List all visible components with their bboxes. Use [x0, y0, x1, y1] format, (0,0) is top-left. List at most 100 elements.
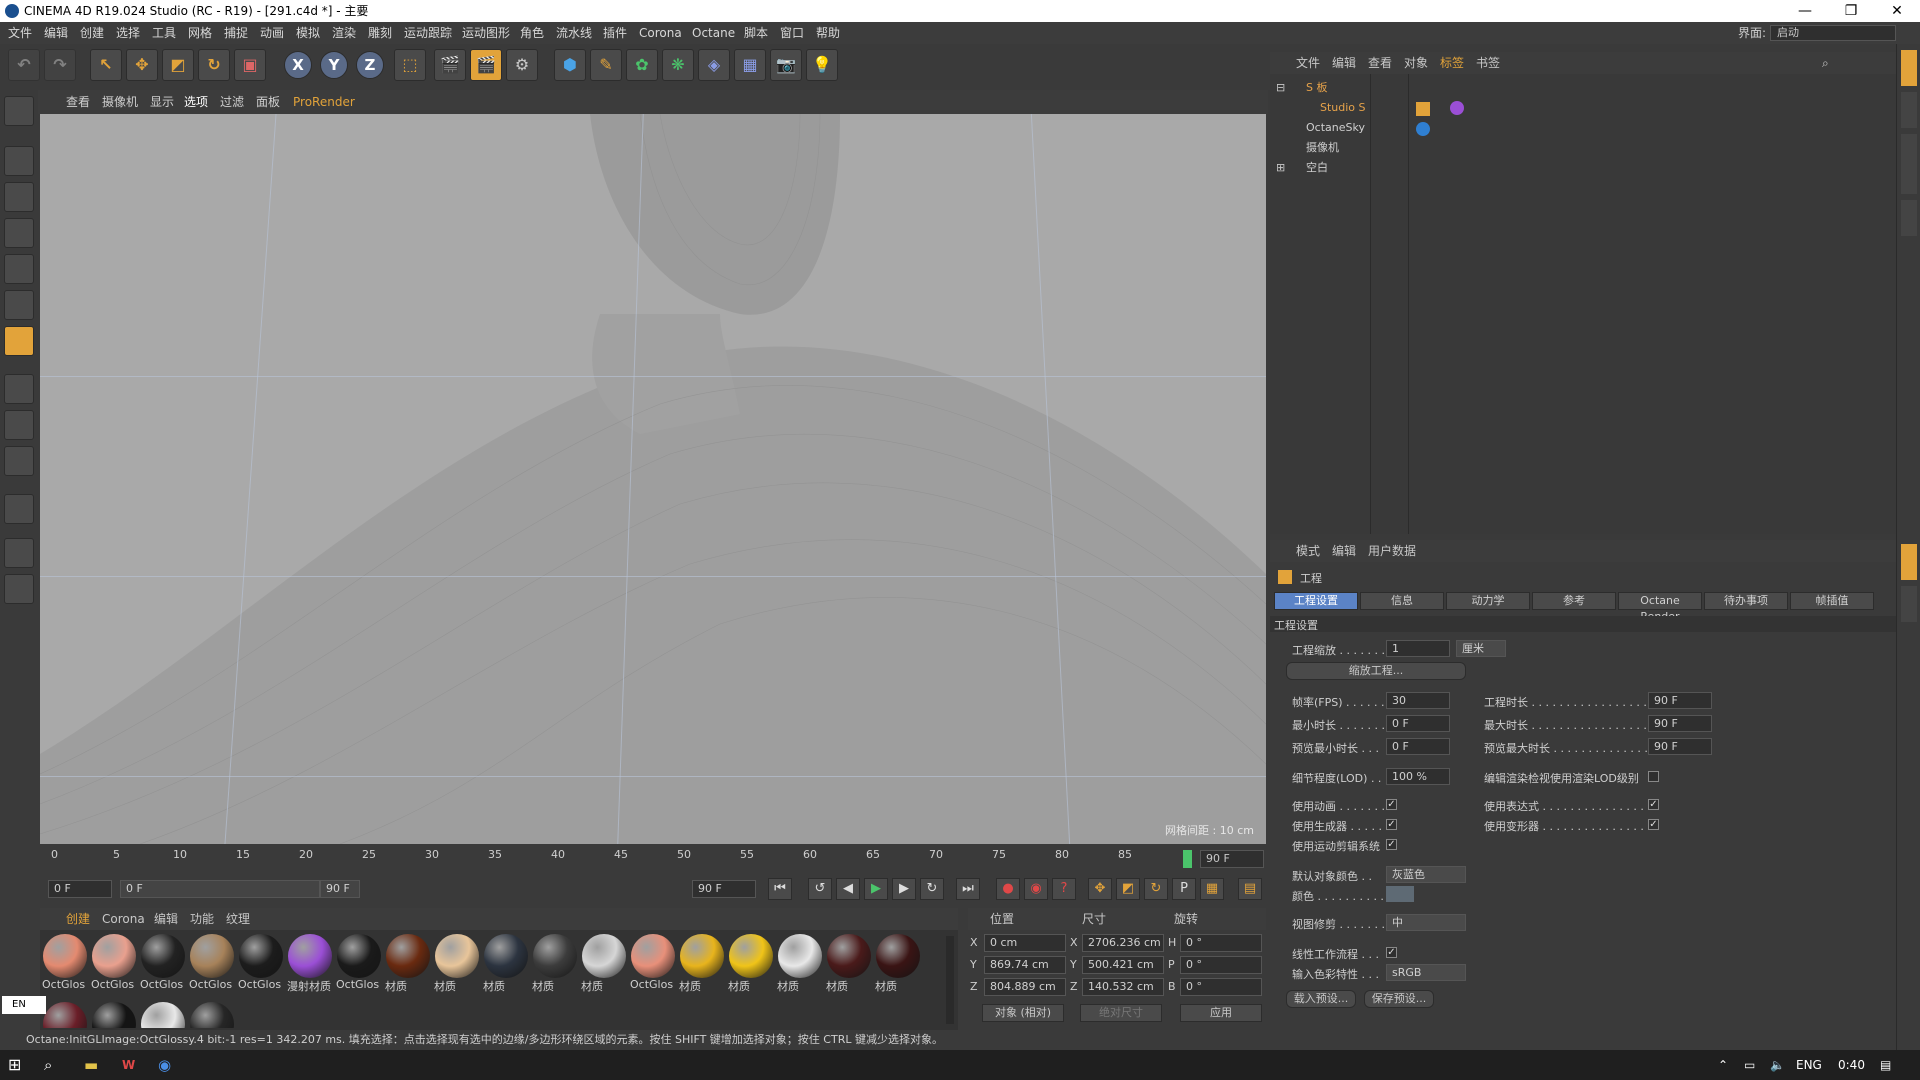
- volume-icon[interactable]: 🔈: [1770, 1050, 1785, 1080]
- viewport-menu-camera[interactable]: 摄像机: [102, 90, 138, 114]
- current-frame-field[interactable]: 0 F: [48, 880, 112, 898]
- use-expressions-checkbox[interactable]: ✓: [1648, 799, 1659, 810]
- menu-simulate[interactable]: 模拟: [296, 22, 320, 44]
- render-picture-viewer-button[interactable]: 🎬: [470, 49, 502, 81]
- snap-button[interactable]: [4, 494, 34, 524]
- workplane-button[interactable]: [4, 218, 34, 248]
- object-row[interactable]: ⊞ 空白: [1270, 158, 1896, 178]
- key-parameter-button[interactable]: P: [1172, 878, 1196, 900]
- size-z-field[interactable]: 140.532 cm: [1082, 978, 1164, 996]
- pen-spline-button[interactable]: ✎: [590, 49, 622, 81]
- edges-mode-button[interactable]: [4, 290, 34, 320]
- y-axis-button[interactable]: Y: [320, 51, 348, 79]
- max-time-field[interactable]: 90 F: [1648, 715, 1712, 732]
- tab-project-settings[interactable]: 工程设置: [1274, 592, 1358, 610]
- light-button[interactable]: 💡: [806, 49, 838, 81]
- preview-min-field[interactable]: 0 F: [1386, 738, 1450, 755]
- expand-icon[interactable]: ⊞: [1276, 158, 1285, 178]
- material-item[interactable]: [140, 1002, 186, 1028]
- material-menu-texture[interactable]: 纹理: [226, 908, 250, 930]
- menu-window[interactable]: 窗口: [780, 22, 804, 44]
- project-scale-field[interactable]: 1: [1386, 640, 1450, 657]
- object-menu-view[interactable]: 查看: [1368, 52, 1392, 74]
- select-tool-button[interactable]: ↖: [90, 49, 122, 81]
- menu-pipeline[interactable]: 流水线: [556, 22, 592, 44]
- ime-indicator[interactable]: EN: [2, 996, 46, 1014]
- use-generators-checkbox[interactable]: ✓: [1386, 819, 1397, 830]
- material-item[interactable]: 材质: [728, 934, 774, 993]
- network-icon[interactable]: ▭: [1744, 1050, 1755, 1080]
- previous-key-button[interactable]: ↺: [808, 878, 832, 900]
- menu-plugins[interactable]: 插件: [603, 22, 627, 44]
- menu-octane[interactable]: Octane: [692, 22, 735, 44]
- language-indicator[interactable]: ENG: [1796, 1050, 1822, 1080]
- tray-chevron-icon[interactable]: ⌃: [1718, 1050, 1728, 1080]
- next-key-button[interactable]: ↻: [920, 878, 944, 900]
- wps-icon[interactable]: W: [122, 1050, 135, 1080]
- min-time-field[interactable]: 0 F: [1386, 715, 1450, 732]
- play-button[interactable]: ▶: [864, 878, 888, 900]
- side-tab-layers[interactable]: [1901, 200, 1917, 236]
- material-item[interactable]: [91, 1002, 137, 1028]
- material-item[interactable]: 材质: [483, 934, 529, 993]
- save-preset-button[interactable]: 保存预设...: [1364, 990, 1434, 1008]
- project-scale-unit-select[interactable]: 厘米: [1456, 640, 1506, 657]
- material-item[interactable]: 漫射材质: [287, 934, 333, 993]
- cloner-button[interactable]: ❋: [662, 49, 694, 81]
- object-row[interactable]: 摄像机: [1270, 138, 1896, 158]
- menu-snap[interactable]: 捕捉: [224, 22, 248, 44]
- record-button[interactable]: ●: [996, 878, 1020, 900]
- pos-y-field[interactable]: 869.74 cm: [984, 956, 1066, 974]
- material-item[interactable]: 材质: [532, 934, 578, 993]
- viewport-menu-panel[interactable]: 面板: [256, 90, 280, 114]
- model-mode-button[interactable]: [4, 146, 34, 176]
- material-item[interactable]: OctGlos: [91, 934, 137, 991]
- material-item[interactable]: [189, 1002, 235, 1028]
- redo-button[interactable]: ↷: [44, 49, 76, 81]
- max-frame-field[interactable]: 90 F: [692, 880, 756, 898]
- material-item[interactable]: OctGlos: [140, 934, 186, 991]
- previous-frame-button[interactable]: ◀: [836, 878, 860, 900]
- file-explorer-icon[interactable]: ▬: [84, 1050, 98, 1080]
- menu-render[interactable]: 渲染: [332, 22, 356, 44]
- material-tag-icon[interactable]: [1450, 101, 1464, 115]
- tab-frame-interpolation[interactable]: 帧插值: [1790, 592, 1874, 610]
- key-rotation-button[interactable]: ↻: [1144, 878, 1168, 900]
- use-animation-checkbox[interactable]: ✓: [1386, 799, 1397, 810]
- attr-menu-mode[interactable]: 模式: [1296, 540, 1320, 562]
- tab-todo[interactable]: 待办事项: [1704, 592, 1788, 610]
- material-item[interactable]: 材质: [826, 934, 872, 993]
- side-tab-attributes[interactable]: [1901, 544, 1917, 580]
- camera-button[interactable]: 📷: [770, 49, 802, 81]
- menu-create[interactable]: 创建: [80, 22, 104, 44]
- recent-tools-button[interactable]: ▣: [234, 49, 266, 81]
- side-tab-content-browser[interactable]: [1901, 134, 1917, 194]
- object-row[interactable]: Studio S: [1270, 98, 1896, 118]
- range-start-field[interactable]: 0 F: [120, 880, 320, 898]
- 3d-viewport[interactable]: 网格间距 : 10 cm: [40, 114, 1266, 844]
- viewport-menu-display[interactable]: 显示: [150, 90, 174, 114]
- maximize-button[interactable]: ❐: [1828, 0, 1874, 22]
- menu-help[interactable]: 帮助: [816, 22, 840, 44]
- material-menu-create[interactable]: 创建: [66, 908, 90, 930]
- object-row[interactable]: OctaneSky: [1270, 118, 1896, 138]
- material-item[interactable]: 材质: [875, 934, 921, 993]
- menu-mesh[interactable]: 网格: [188, 22, 212, 44]
- size-y-field[interactable]: 500.421 cm: [1082, 956, 1164, 974]
- lod-field[interactable]: 100 %: [1386, 768, 1450, 785]
- material-item[interactable]: OctGlos: [630, 934, 676, 991]
- subdivision-button[interactable]: ✿: [626, 49, 658, 81]
- side-tab-layer[interactable]: [1901, 586, 1917, 622]
- close-button[interactable]: ✕: [1874, 0, 1920, 22]
- rot-h-field[interactable]: 0 °: [1180, 934, 1262, 952]
- timeline-ruler[interactable]: 0 5 10 15 20 25 30 35 40 45 50 55 60 65 …: [40, 846, 1266, 872]
- material-item[interactable]: 材质: [679, 934, 725, 993]
- menu-edit[interactable]: 编辑: [44, 22, 68, 44]
- project-length-field[interactable]: 90 F: [1648, 692, 1712, 709]
- load-preset-button[interactable]: 载入预设...: [1286, 990, 1356, 1008]
- octane-tag-icon[interactable]: [1416, 102, 1430, 116]
- material-menu-edit[interactable]: 编辑: [154, 908, 178, 930]
- menu-tools[interactable]: 工具: [152, 22, 176, 44]
- color-swatch[interactable]: [1386, 886, 1414, 902]
- material-item[interactable]: OctGlos: [336, 934, 382, 991]
